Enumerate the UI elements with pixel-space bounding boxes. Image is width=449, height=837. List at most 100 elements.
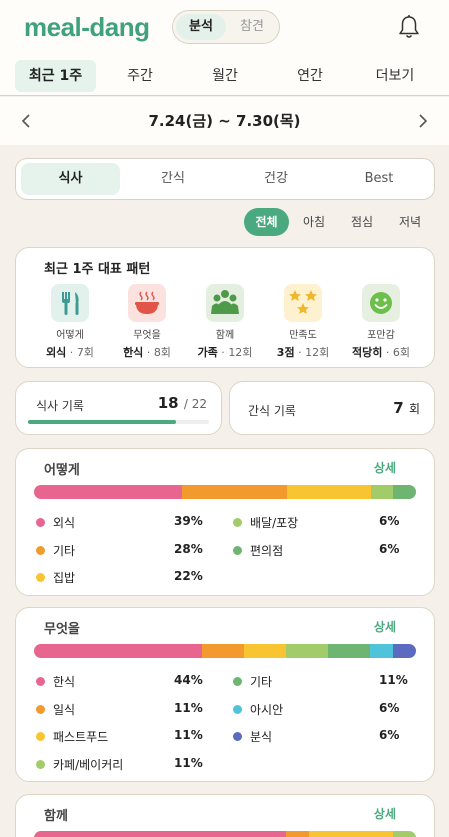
- legend-dot: [36, 759, 45, 769]
- legend-name: 한식: [53, 675, 76, 689]
- app-logo: meal-dang: [24, 12, 150, 42]
- pattern-label: 무엇을: [133, 330, 161, 341]
- legend-item: 일식 11%: [36, 701, 214, 717]
- bar-segment: [286, 644, 329, 658]
- legend-item: 편의점 6%: [233, 542, 419, 558]
- pattern-fullness: 포만감 적당히 · 6회: [341, 284, 421, 360]
- legend-name: 외식: [53, 516, 76, 530]
- legend-dot: [233, 545, 242, 555]
- mode-advice-button[interactable]: 참견: [227, 14, 277, 40]
- pattern-title: 최근 1주 대표 패턴: [44, 262, 151, 277]
- pattern-label: 함께: [215, 330, 235, 341]
- filter-dinner[interactable]: 저녁: [392, 208, 428, 236]
- legend-name: 카페/베이커리: [53, 757, 124, 772]
- legend-dot: [233, 732, 242, 741]
- bar-segment: [309, 831, 394, 837]
- date-range: 7.24(금) ~ 7.30(목): [148, 112, 301, 130]
- legend-item: 분식 6%: [233, 728, 419, 744]
- section-title: 어떻게: [44, 463, 80, 478]
- fork-knife-icon: [51, 284, 89, 322]
- legend-dot: [36, 518, 45, 527]
- pattern-value: 한식 · 8회: [123, 346, 171, 359]
- pattern-value: 외식 · 7회: [46, 346, 94, 359]
- tab-health[interactable]: 건강: [226, 163, 326, 195]
- pattern-value: 적당히 · 6회: [352, 346, 410, 359]
- bar-segment: [286, 831, 310, 837]
- filter-all[interactable]: 전체: [244, 208, 289, 236]
- legend-dot: [36, 573, 45, 582]
- bell-icon[interactable]: [398, 14, 420, 40]
- what-distribution-bar: [34, 644, 416, 658]
- legend-name: 아시안: [250, 702, 284, 717]
- legend-percent: 6%: [379, 728, 400, 742]
- what-detail-link[interactable]: 상세: [374, 618, 396, 635]
- pattern-value: 가족 · 12회: [197, 346, 253, 359]
- bar-segment: [244, 644, 287, 658]
- tab-weekly[interactable]: 주간: [103, 60, 177, 92]
- legend-item: 배달/포장 6%: [233, 514, 419, 530]
- meal-record-progress-fill: [28, 420, 177, 424]
- legend-name: 패스트푸드: [53, 730, 109, 744]
- legend-item: 아시안 6%: [233, 701, 419, 717]
- mode-toggle[interactable]: 분석 참견: [172, 10, 280, 44]
- legend-item: 카페/베이커리 11%: [36, 756, 214, 772]
- filter-breakfast[interactable]: 아침: [296, 208, 332, 236]
- legend-item: 기타 11%: [233, 673, 419, 689]
- legend-item: 기타 28%: [36, 542, 214, 558]
- pattern-value: 3점 · 12회: [276, 346, 330, 359]
- bar-segment: [328, 644, 371, 658]
- legend-percent: 6%: [379, 700, 400, 715]
- legend-percent: 11%: [379, 673, 408, 687]
- snack-record-card[interactable]: 간식 기록 7 회: [229, 381, 435, 435]
- bar-segment: [393, 485, 416, 499]
- bar-segment: [202, 644, 245, 658]
- tab-best[interactable]: Best: [329, 163, 429, 195]
- pattern-what: 무엇을 한식 · 8회: [107, 284, 187, 360]
- bar-segment: [34, 831, 287, 837]
- stars-icon: [284, 284, 322, 322]
- pattern-with: 함께 가족 · 12회: [185, 284, 265, 360]
- pattern-satisfaction: 만족도 3점 · 12회: [263, 284, 343, 360]
- bar-segment: [370, 485, 394, 499]
- legend-name: 편의점: [250, 543, 284, 558]
- with-detail-link[interactable]: 상세: [374, 805, 396, 822]
- how-detail-link[interactable]: 상세: [374, 459, 396, 476]
- tab-snack[interactable]: 간식: [123, 163, 223, 195]
- meal-record-count: 18 / 22: [157, 394, 207, 412]
- soup-bowl-icon: [128, 284, 166, 322]
- section-title: 무엇을: [44, 622, 80, 637]
- what-section-card: 무엇을 상세 한식 44% 일식 11% 패스트푸드 11% 카페/베이커리 11% 기타 11%…: [15, 607, 435, 782]
- pattern-card: 최근 1주 대표 패턴 어떻게 외식 · 7회 무엇을 한식 · 8회 함께 가…: [15, 247, 435, 368]
- pattern-label: 만족도: [289, 330, 317, 341]
- filter-lunch[interactable]: 점심: [344, 208, 380, 236]
- legend-dot: [36, 545, 45, 555]
- pattern-how: 어떻게 외식 · 7회: [30, 284, 110, 360]
- legend-percent: 6%: [379, 514, 400, 528]
- snack-record-count: 7 회: [393, 399, 420, 417]
- tab-meal[interactable]: 식사: [21, 163, 120, 195]
- legend-name: 기타: [250, 675, 273, 689]
- bar-segment: [181, 485, 288, 499]
- legend-dot: [233, 518, 242, 527]
- category-tabs: 식사 간식 건강 Best: [15, 158, 435, 200]
- with-section-card: 함께 상세: [15, 794, 435, 837]
- date-navigator: 7.24(금) ~ 7.30(목): [0, 97, 449, 145]
- legend-name: 분식: [250, 730, 273, 744]
- tab-more[interactable]: 더보기: [357, 60, 433, 92]
- legend-name: 집밥: [53, 571, 76, 585]
- legend-item: 외식 39%: [36, 514, 214, 530]
- legend-dot: [36, 704, 45, 714]
- mode-analysis-button[interactable]: 분석: [176, 14, 226, 40]
- tab-yearly[interactable]: 연간: [273, 60, 347, 92]
- how-section-card: 어떻게 상세 외식 39% 기타 28% 집밥 22% 배달/포장 6% 편의점 6%: [15, 448, 435, 596]
- tab-monthly[interactable]: 월간: [187, 60, 263, 92]
- period-tabs: 최근 1주 주간 월간 연간 더보기: [0, 56, 449, 96]
- legend-percent: 11%: [174, 728, 203, 742]
- meal-record-card[interactable]: 식사 기록 18 / 22: [15, 381, 222, 435]
- tab-recent-week[interactable]: 최근 1주: [15, 60, 96, 92]
- pattern-label: 포만감: [367, 330, 395, 341]
- bar-segment: [287, 485, 371, 499]
- legend-dot: [233, 704, 242, 714]
- chevron-right-icon[interactable]: [413, 111, 433, 131]
- legend-percent: 6%: [379, 541, 400, 556]
